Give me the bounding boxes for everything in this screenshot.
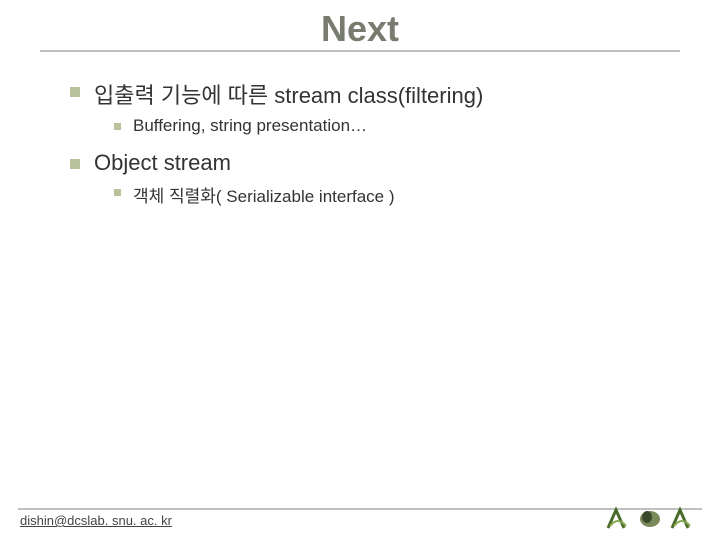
footer-divider [18,508,702,510]
logo-icon [668,506,696,532]
slide: Next 입출력 기능에 따른 stream class(filtering) … [0,0,720,540]
bullet-icon [114,123,121,130]
page-title: Next [0,8,720,50]
footer-email: dishin@dcslab. snu. ac. kr [20,513,172,528]
bullet-text: 입출력 기능에 따른 stream class(filtering) [94,78,483,110]
bullet-text: 객체 직렬화( Serializable interface ) [133,182,395,207]
logo-icon [604,506,632,532]
bullet-icon [114,189,121,196]
bullet-text: Buffering, string presentation… [133,116,367,136]
logo-icon [636,506,664,532]
logo-area [604,506,696,532]
bullet-icon [70,159,80,169]
list-item: 입출력 기능에 따른 stream class(filtering) [70,78,670,110]
title-divider [40,50,680,52]
list-item: Object stream [70,150,670,176]
bullet-text: Object stream [94,150,231,176]
list-item: 객체 직렬화( Serializable interface ) [114,182,670,207]
list-item: Buffering, string presentation… [114,116,670,136]
content-area: 입출력 기능에 따른 stream class(filtering) Buffe… [70,78,670,221]
bullet-icon [70,87,80,97]
